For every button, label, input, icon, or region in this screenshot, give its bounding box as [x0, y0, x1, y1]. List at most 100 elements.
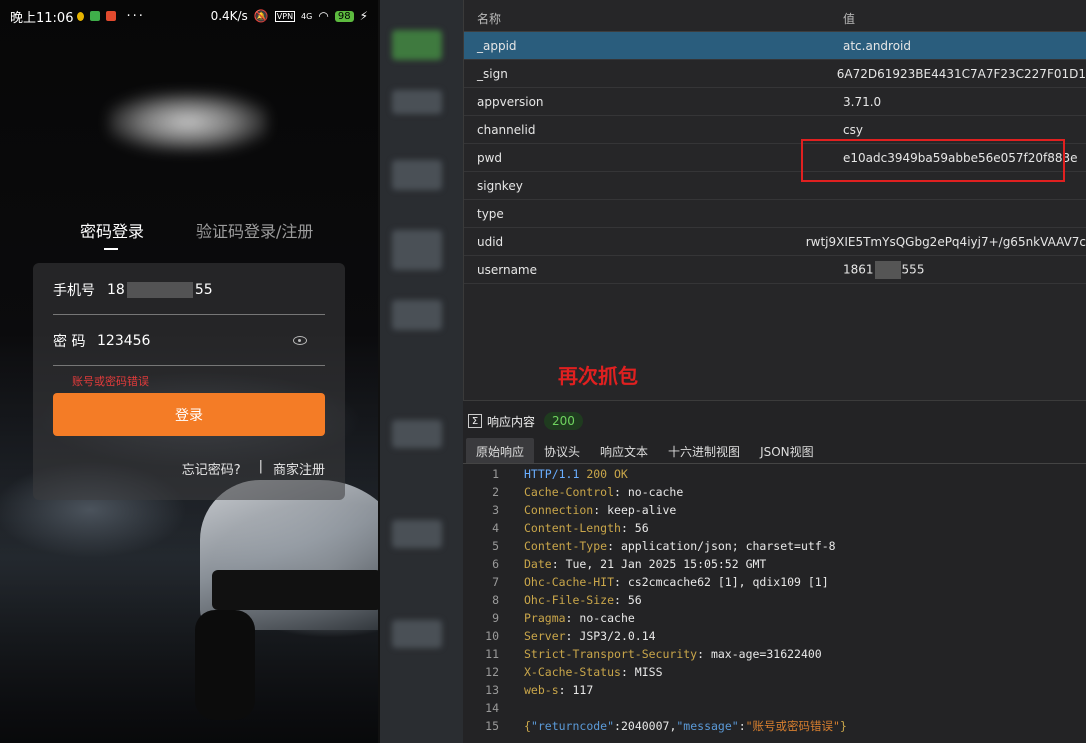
code-line: 1 HTTP/1.1 200 OK [463, 465, 1086, 483]
line-number: 1 [492, 467, 499, 481]
code-line: 4 Content-Length: 56 [463, 519, 1086, 537]
row-name: pwd [477, 150, 503, 165]
forgot-password-link[interactable]: 忘记密码? [182, 459, 241, 478]
blurred-item [392, 520, 442, 548]
code-line: 7 Ohc-Cache-HIT: cs2cmcache62 [1], qdix10… [463, 573, 1086, 591]
json-val-returncode: 2040007 [620, 719, 670, 733]
header-value: 值 [843, 12, 856, 26]
row-name: signkey [477, 178, 523, 193]
response-panel: Σ 响应内容 200 原始响应 协议头 响应文本 十六进制视图 JSON视图 1… [463, 400, 1086, 743]
line-number: 5 [492, 539, 499, 553]
error-message: 账号或密码错误 [72, 375, 149, 388]
header-value: MISS [634, 665, 663, 679]
app-notify-icon [90, 11, 101, 21]
table-row[interactable]: _appid atc.android [464, 32, 1086, 60]
tab-text[interactable]: 响应文本 [590, 438, 658, 464]
table-row[interactable]: type [464, 200, 1086, 228]
eye-icon[interactable] [293, 336, 307, 345]
table-header: 名称 值 [464, 0, 1086, 32]
tab-raw[interactable]: 原始响应 [466, 438, 535, 464]
car-wheel [195, 610, 255, 720]
header-key: Pragma [524, 611, 566, 625]
blurred-item [392, 230, 442, 270]
table-row[interactable]: _sign 6A72D61923BE4431C7A7F23C227F01D1 [464, 60, 1086, 88]
password-field[interactable]: 密 码 123456 [53, 316, 325, 366]
header-value: keep-alive [607, 503, 677, 517]
tab-sms-login[interactable]: 验证码登录/注册 [196, 218, 313, 242]
header-key: Content-Type [524, 539, 608, 553]
line-number: 8 [492, 593, 499, 607]
sidebar-strip [378, 0, 463, 743]
header-value: no-cache [579, 611, 635, 625]
password-label: 密 码 [53, 333, 86, 350]
bulb-icon [77, 11, 85, 21]
merchant-register-link[interactable]: 商家注册 [273, 459, 325, 478]
username-prefix: 1861 [843, 262, 874, 276]
row-name: appversion [477, 94, 544, 109]
row-name: channelid [477, 122, 536, 137]
code-line: 10 Server: JSP3/2.0.14 [463, 627, 1086, 645]
tab-headers[interactable]: 协议头 [534, 438, 590, 464]
row-value: rwtj9XIE5TmYsQGbg2ePq4iyj7+/g65nkVAAV7c [805, 234, 1086, 249]
header-value: no-cache [627, 485, 684, 499]
net-speed: 0.4K/s [210, 9, 248, 23]
app-logo [108, 92, 268, 152]
line-number: 13 [485, 683, 499, 697]
response-title: 响应内容 [487, 414, 536, 429]
status-code-badge: 200 [544, 412, 583, 430]
phone-field[interactable]: 手机号 18 55 [53, 265, 325, 315]
blurred-item [392, 300, 442, 330]
login-button[interactable]: 登录 [53, 393, 325, 436]
signal-icon: 4G [301, 11, 313, 21]
header-key: Connection [524, 503, 594, 517]
code-line: 3 Connection: keep-alive [463, 501, 1086, 519]
json-key-message: "message" [676, 719, 739, 733]
code-line: 15 {"returncode":2040007,"message":"账号或密… [463, 717, 1086, 735]
table-row[interactable]: appversion 3.71.0 [464, 88, 1086, 116]
password-value: 123456 [97, 332, 151, 349]
table-row[interactable]: udid rwtj9XIE5TmYsQGbg2ePq4iyj7+/g65nkVA… [464, 228, 1086, 256]
line-number: 3 [492, 503, 499, 517]
row-value: 3.71.0 [843, 94, 882, 109]
code-line: 13 web-s: 117 [463, 681, 1086, 699]
link-separator: | [258, 459, 263, 474]
phone-label: 手机号 [53, 282, 95, 299]
code-line: 5 Content-Type: application/json; charset… [463, 537, 1086, 555]
tab-json[interactable]: JSON视图 [750, 438, 824, 464]
header-key: Content-Length [524, 521, 621, 535]
code-line: 12 X-Cache-Status: MISS [463, 663, 1086, 681]
row-name: _appid [477, 38, 517, 53]
header-value: cs2cmcache62 [1], qdix109 [1] [627, 575, 829, 589]
code-line: 8 Ohc-File-Size: 56 [463, 591, 1086, 609]
line-number: 15 [485, 719, 499, 733]
blurred-item [392, 420, 442, 448]
tab-hex[interactable]: 十六进制视图 [658, 438, 750, 464]
code-line: 9 Pragma: no-cache [463, 609, 1086, 627]
sigma-icon: Σ [468, 414, 482, 428]
annotation-text: 再次抓包 [558, 364, 638, 388]
tab-password-login[interactable]: 密码登录 [80, 218, 144, 250]
blurred-item [392, 160, 442, 190]
header-value: Tue, 21 Jan 2025 15:05:52 GMT [565, 557, 767, 571]
car-grille [212, 570, 378, 610]
code-line: 2 Cache-Control: no-cache [463, 483, 1086, 501]
header-name: 名称 [477, 12, 502, 26]
header-key: Cache-Control [524, 485, 615, 499]
highlight-box [801, 139, 1065, 182]
vpn-badge: VPN [274, 10, 296, 22]
record-icon [106, 11, 117, 21]
table-row[interactable]: username 1861 555 [464, 256, 1086, 284]
row-name: type [477, 206, 504, 221]
mute-icon: 🔕 [253, 9, 269, 23]
http-version: HTTP/1.1 [524, 467, 580, 481]
line-number: 6 [492, 557, 499, 571]
more-icon: ··· [126, 8, 145, 24]
line-number: 9 [492, 611, 499, 625]
row-value: csy [843, 122, 863, 137]
header-key: Server [524, 629, 566, 643]
response-code: 1 HTTP/1.1 200 OK 2 Cache-Control: no-cac… [463, 465, 1086, 735]
http-status: 200 OK [579, 467, 628, 481]
row-value: atc.android [843, 38, 912, 53]
line-number: 7 [492, 575, 499, 589]
row-name: udid [477, 234, 504, 249]
